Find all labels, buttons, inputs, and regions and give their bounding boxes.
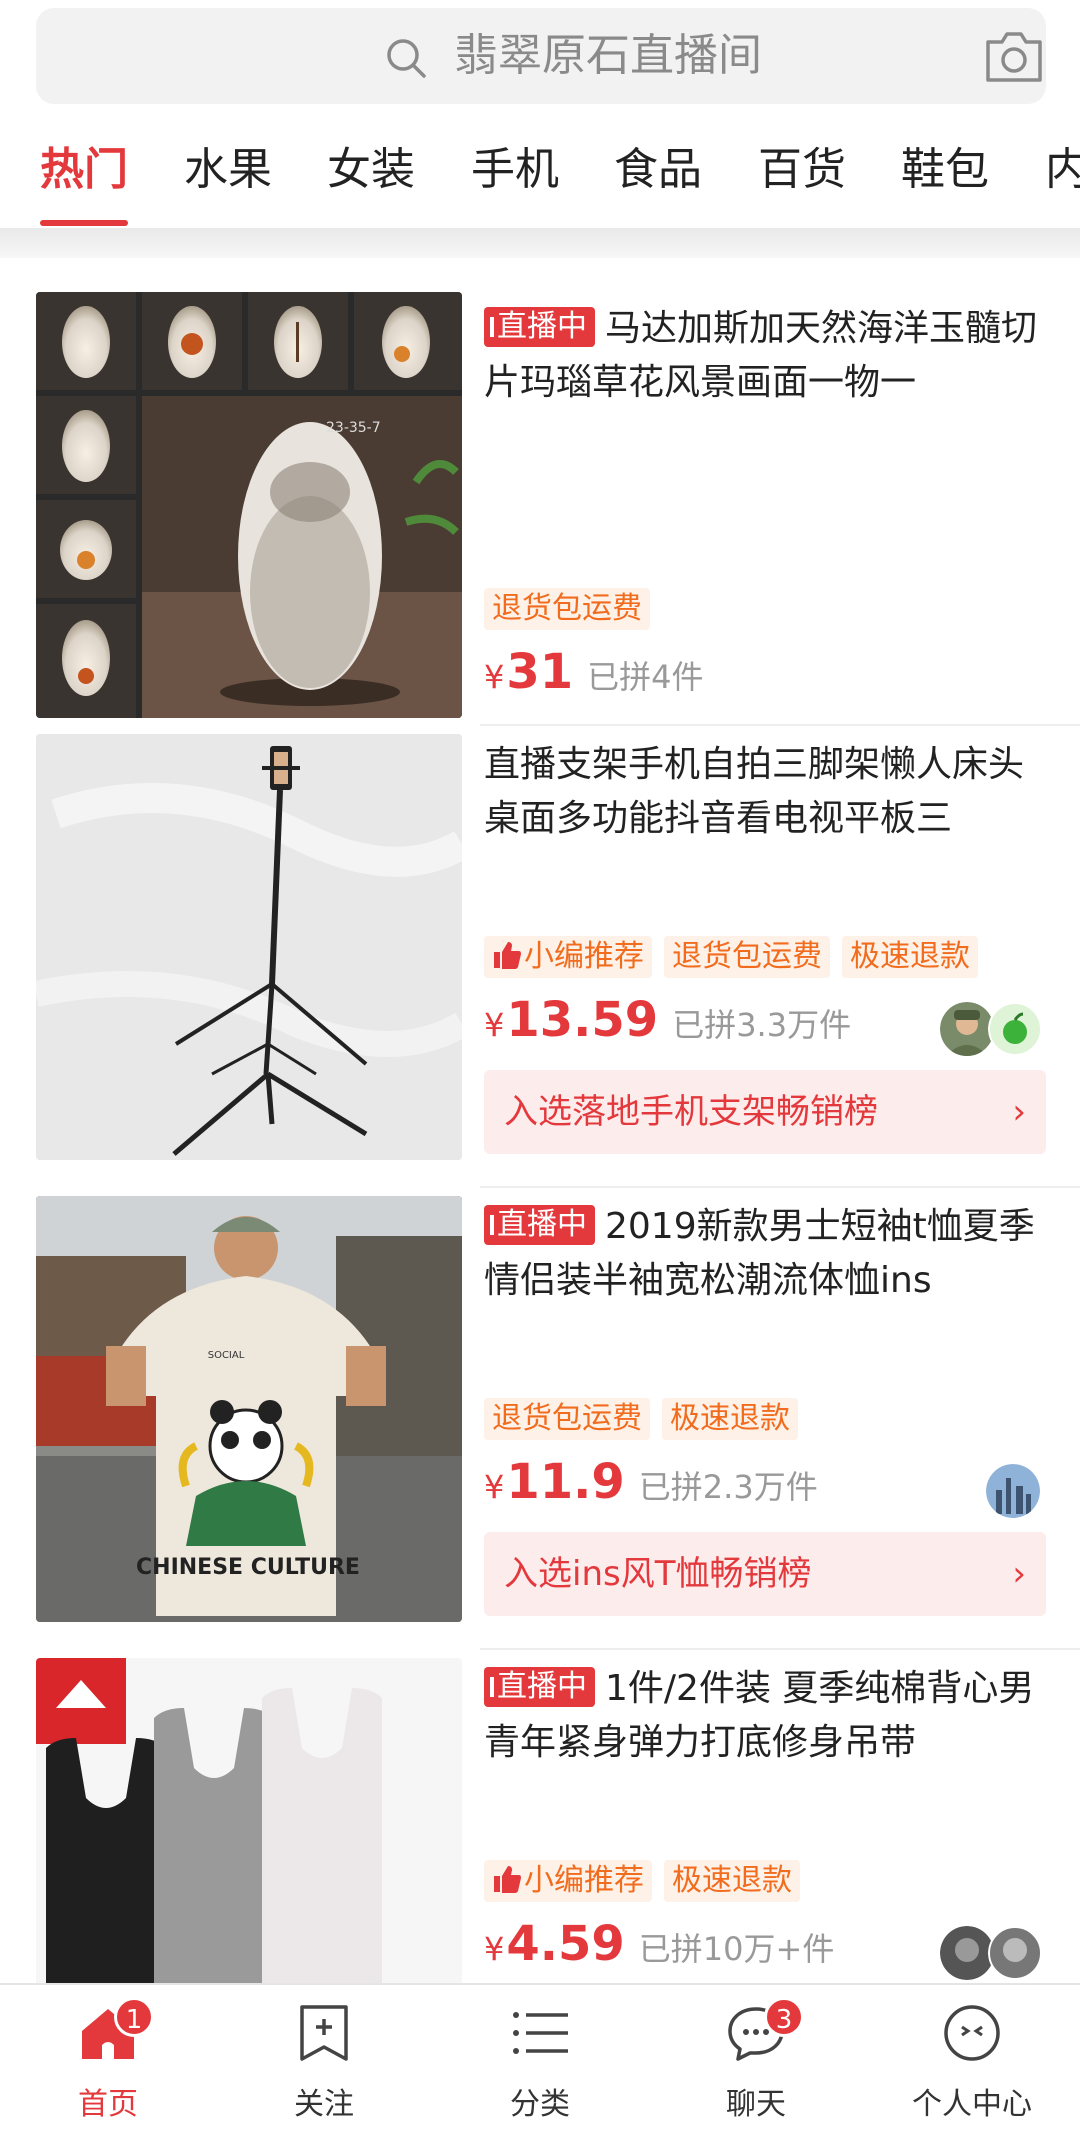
camera-icon[interactable] [982,28,1046,86]
category-icon [513,2012,568,2054]
category-tabs: 热门 水果 女装 手机 食品 百货 鞋包 内 [0,118,1080,228]
search-bar[interactable]: 翡翠原石直播间 [36,8,1046,104]
product-title: 直播中 2019新款男士短袖t恤夏季情侣装半袖宽松潮流体恤ins [484,1205,1035,1301]
active-tab-indicator [40,220,128,226]
price-row: ¥4.59 已拼10万+件 [484,1916,835,1972]
image-text: CHINESE CULTURE [136,1555,360,1580]
sold-count: 已拼2.3万件 [638,1468,818,1506]
product-tags: 退货包运费 [484,588,662,630]
nav-category[interactable]: 分类 [432,1985,648,2138]
tag-editor-pick: 小编推荐 [484,936,652,978]
product-image[interactable]: 23-35-7 [36,292,462,718]
image-caption: 23-35-7 [326,420,381,436]
buyer-avatar [940,1926,994,1980]
search-header: 翡翠原石直播间 [0,0,1080,118]
nav-profile[interactable]: 个人中心 [864,1985,1080,2138]
rank-text: 入选落地手机支架畅销榜 [504,1092,878,1132]
nav-home[interactable]: 1 首页 [0,1985,216,2138]
nav-label: 分类 [510,2087,570,2122]
live-badge: 直播中 [484,307,595,347]
product-tags: 退货包运费 极速退款 [484,1398,810,1440]
tag-free-return-shipping: 退货包运费 [484,1398,650,1440]
tag-fast-refund: 极速退款 [662,1398,798,1440]
chevron-right-icon: › [1012,1092,1026,1132]
notification-badge: 1 [114,1997,154,2037]
price-row: ¥31 已拼4件 [484,644,704,700]
product-card[interactable]: 直播中 1件/2件装 夏季纯棉背心男青年紧身弹力打底修身吊带 小编推荐 极速退款 ¥… [0,1650,1080,2084]
tab-fruit[interactable]: 水果 [184,144,272,196]
search-input[interactable]: 翡翠原石直播间 [454,30,762,82]
search-icon [387,39,426,78]
bottom-nav: 1 首页 关注 分类 3 聊天 个人中心 [0,1983,1080,2138]
product-image[interactable]: CHINESE CULTURE SOCIAL [36,1196,462,1622]
product-card[interactable]: CHINESE CULTURE SOCIAL 直播中 2019新款男士短袖t恤夏季… [0,1188,1080,1650]
price: 4.59 [506,1916,625,1972]
sold-count: 已拼10万+件 [638,1930,835,1968]
product-title: 直播中 马达加斯加天然海洋玉髓切片玛瑙草花风景画面一物一 [484,307,1038,403]
follow-icon [300,2005,348,2061]
tag-free-return-shipping: 退货包运费 [484,588,650,630]
nav-label: 首页 [78,2087,138,2122]
tab-goods[interactable]: 百货 [758,144,846,196]
sold-count: 已拼4件 [587,658,704,696]
rank-bar[interactable]: 入选落地手机支架畅销榜 › [484,1070,1046,1154]
tag-free-return-shipping: 退货包运费 [664,936,830,978]
agate-collage-image: 23-35-7 [36,292,462,718]
tshirt-model-image: CHINESE CULTURE SOCIAL [36,1196,462,1622]
price-row: ¥11.9 已拼2.3万件 [484,1454,818,1510]
product-tags: 小编推荐 退货包运费 极速退款 [484,936,990,978]
thumbs-up-icon [494,942,521,969]
chevron-right-icon: › [1012,1554,1026,1594]
live-badge: 直播中 [484,1205,595,1245]
profile-icon [944,2005,1000,2061]
buyer-avatar [986,1464,1040,1518]
tab-womens[interactable]: 女装 [327,144,415,196]
tag-fast-refund: 极速退款 [664,1860,800,1902]
tab-phones[interactable]: 手机 [471,144,559,196]
product-card[interactable]: 直播支架手机自拍三脚架懒人床头桌面多功能抖音看电视平板三 小编推荐 退货包运费 极速… [0,726,1080,1188]
nav-chat[interactable]: 3 聊天 [648,1985,864,2138]
tag-fast-refund: 极速退款 [842,936,978,978]
tab-shoes-bags[interactable]: 鞋包 [901,144,989,196]
product-tags: 小编推荐 极速退款 [484,1860,812,1902]
price-row: ¥13.59 已拼3.3万件 [484,992,852,1048]
nav-follow[interactable]: 关注 [216,1985,432,2138]
nav-label: 个人中心 [912,2087,1032,2122]
thumbs-up-icon [494,1866,521,1893]
sold-count: 已拼3.3万件 [672,1006,852,1044]
rank-bar[interactable]: 入选ins风T恤畅销榜 › [484,1532,1046,1616]
product-card[interactable]: 23-35-7 直播中 马达加斯加天然海洋玉髓切片玛瑙草花风景画面一物一 退货包运… [0,258,1080,726]
price: 31 [506,644,574,700]
image-text: SOCIAL [208,1350,245,1361]
product-title: 直播支架手机自拍三脚架懒人床头桌面多功能抖音看电视平板三 [484,744,1025,839]
rank-text: 入选ins风T恤畅销榜 [504,1554,812,1594]
tripod-image [36,734,462,1160]
nav-label: 关注 [294,2087,354,2122]
live-badge: 直播中 [484,1667,595,1707]
nav-label: 聊天 [726,2087,786,2122]
tag-editor-pick: 小编推荐 [484,1860,652,1902]
tab-food[interactable]: 食品 [614,144,702,196]
tabs-divider [0,228,1080,258]
tab-more[interactable]: 内 [1045,144,1080,196]
notification-badge: 3 [764,1997,804,2037]
price: 11.9 [506,1454,625,1510]
product-image[interactable] [36,734,462,1160]
tab-hot[interactable]: 热门 [40,144,128,196]
buyer-avatar [940,1002,994,1056]
buyer-avatar [988,1926,1042,1980]
buyer-avatar [988,1002,1042,1056]
price: 13.59 [506,992,659,1048]
product-title: 直播中 1件/2件装 夏季纯棉背心男青年紧身弹力打底修身吊带 [484,1667,1035,1763]
